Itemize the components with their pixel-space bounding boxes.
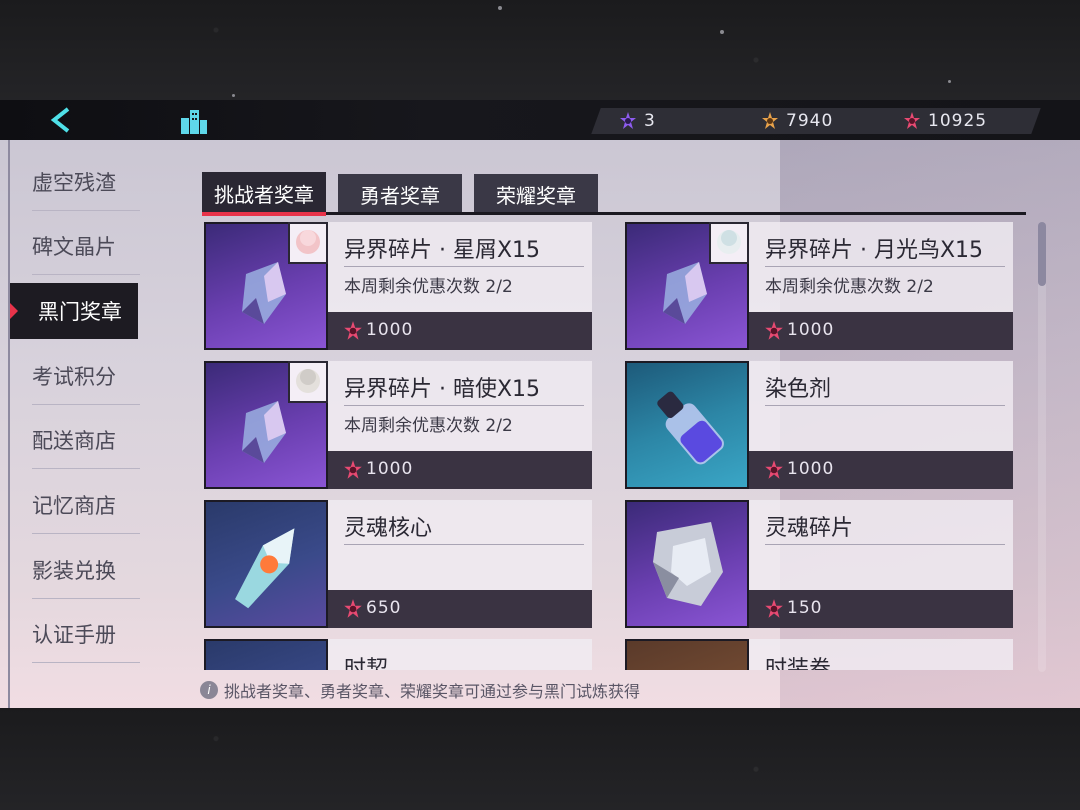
item-thumbnail bbox=[625, 361, 749, 489]
red-medal-icon bbox=[344, 460, 362, 479]
sidebar-item-black-gate-medal[interactable]: 黑门奖章 bbox=[10, 283, 138, 339]
currency-red[interactable]: 10925 bbox=[902, 108, 987, 134]
divider bbox=[765, 266, 1005, 267]
item-price: 1000 bbox=[366, 320, 414, 340]
item-info: 灵魂核心 650 bbox=[328, 500, 592, 628]
shop-item[interactable]: 异界碎片 · 星屑X15 本周剩余优惠次数 2/2 1000 bbox=[204, 222, 592, 350]
item-price: 1000 bbox=[366, 459, 414, 479]
currency-value: 10925 bbox=[928, 111, 988, 131]
tab-label: 挑战者奖章 bbox=[214, 182, 314, 207]
item-name: 染色剂 bbox=[765, 377, 832, 402]
sidebar-item-label: 认证手册 bbox=[32, 623, 116, 647]
shop-item[interactable]: 时装卷 bbox=[625, 639, 1013, 670]
scrollbar-track[interactable] bbox=[1038, 222, 1046, 672]
sidebar-item-exam-points[interactable]: 考试积分 bbox=[32, 348, 140, 405]
shop-item[interactable]: 异界碎片 · 暗使X15 本周剩余优惠次数 2/2 1000 bbox=[204, 361, 592, 489]
character-portrait-icon bbox=[288, 222, 328, 264]
active-tab-indicator bbox=[202, 212, 326, 216]
divider bbox=[765, 405, 1005, 406]
scrollbar-thumb[interactable] bbox=[1038, 222, 1046, 286]
item-desc: 本周剩余优惠次数 2/2 bbox=[344, 416, 513, 436]
red-medal-icon bbox=[344, 599, 362, 618]
letterbox-bottom bbox=[0, 708, 1080, 810]
tab-label: 荣耀奖章 bbox=[496, 183, 576, 208]
item-info: 灵魂碎片 150 bbox=[749, 500, 1013, 628]
item-thumbnail bbox=[625, 500, 749, 628]
sidebar-item-shadow-exchange[interactable]: 影装兑换 bbox=[32, 542, 140, 599]
item-price: 1000 bbox=[787, 320, 835, 340]
red-medal-icon bbox=[765, 460, 783, 479]
sidebar-item-label: 记忆商店 bbox=[32, 494, 116, 518]
item-price: 650 bbox=[366, 598, 402, 618]
purple-gem-icon bbox=[620, 112, 636, 129]
sidebar-item-memory-shop[interactable]: 记忆商店 bbox=[32, 477, 140, 534]
item-desc: 本周剩余优惠次数 2/2 bbox=[765, 277, 934, 297]
item-info: 异界碎片 · 星屑X15 本周剩余优惠次数 2/2 1000 bbox=[328, 222, 592, 350]
item-info: 异界碎片 · 月光鸟X15 本周剩余优惠次数 2/2 1000 bbox=[749, 222, 1013, 350]
item-info: 异界碎片 · 暗使X15 本周剩余优惠次数 2/2 1000 bbox=[328, 361, 592, 489]
red-medal-icon bbox=[765, 321, 783, 340]
divider bbox=[765, 544, 1005, 545]
currency-value: 7940 bbox=[786, 111, 834, 131]
soul-core-crystal-icon bbox=[235, 528, 295, 609]
sidebar-item-label: 黑门奖章 bbox=[38, 300, 122, 324]
tab-glory-medal[interactable]: 荣耀奖章 bbox=[474, 174, 598, 214]
sidebar-item-label: 配送商店 bbox=[32, 429, 116, 453]
currency-purple[interactable]: 3 bbox=[618, 108, 656, 134]
item-name: 时契 bbox=[344, 657, 389, 670]
item-thumbnail bbox=[204, 639, 328, 670]
sidebar-item-inscription-chip[interactable]: 碑文晶片 bbox=[32, 218, 140, 275]
character-portrait-icon bbox=[288, 361, 328, 403]
item-info: 时契 bbox=[328, 639, 592, 670]
item-thumbnail bbox=[625, 639, 749, 670]
sidebar-item-void-residue[interactable]: 虚空残渣 bbox=[32, 154, 140, 211]
item-desc: 本周剩余优惠次数 2/2 bbox=[344, 277, 513, 297]
tab-challenger-medal[interactable]: 挑战者奖章 bbox=[202, 172, 326, 214]
item-info: 染色剂 1000 bbox=[749, 361, 1013, 489]
sidebar-item-label: 虚空残渣 bbox=[32, 171, 116, 195]
gold-medal-icon bbox=[762, 112, 778, 129]
divider bbox=[344, 544, 584, 545]
sidebar-item-label: 碑文晶片 bbox=[32, 235, 116, 259]
red-medal-icon bbox=[904, 112, 920, 129]
currency-gold[interactable]: 7940 bbox=[760, 108, 833, 134]
red-medal-icon bbox=[765, 599, 783, 618]
sidebar-item-delivery-shop[interactable]: 配送商店 bbox=[32, 412, 140, 469]
letterbox-top bbox=[0, 0, 1080, 100]
item-price: 1000 bbox=[787, 459, 835, 479]
red-medal-icon bbox=[344, 321, 362, 340]
sidebar-item-certification-manual[interactable]: 认证手册 bbox=[32, 606, 140, 663]
item-name: 灵魂碎片 bbox=[765, 516, 854, 541]
divider bbox=[344, 405, 584, 406]
currency-value: 3 bbox=[644, 111, 656, 131]
info-icon: i bbox=[200, 681, 218, 699]
info-notice: i 挑战者奖章、勇者奖章、荣耀奖章可通过参与黑门试炼获得 bbox=[200, 678, 640, 702]
item-name: 异界碎片 · 星屑X15 bbox=[344, 238, 541, 263]
item-price: 150 bbox=[787, 598, 823, 618]
sidebar: 虚空残渣 碑文晶片 黑门奖章 考试积分 配送商店 记忆商店 影装兑换 认证手册 bbox=[8, 140, 150, 708]
city-home-icon[interactable] bbox=[178, 104, 210, 136]
shop-item[interactable]: 异界碎片 · 月光鸟X15 本周剩余优惠次数 2/2 1000 bbox=[625, 222, 1013, 350]
character-portrait-icon bbox=[709, 222, 749, 264]
item-name: 灵魂核心 bbox=[344, 516, 433, 541]
notice-text: 挑战者奖章、勇者奖章、荣耀奖章可通过参与黑门试炼获得 bbox=[224, 682, 641, 701]
tab-brave-medal[interactable]: 勇者奖章 bbox=[338, 174, 462, 214]
shop-item[interactable]: 染色剂 1000 bbox=[625, 361, 1013, 489]
soul-fragment-icon bbox=[653, 522, 723, 606]
item-thumbnail bbox=[204, 500, 328, 628]
item-name: 时装卷 bbox=[765, 657, 832, 670]
item-name: 异界碎片 · 暗使X15 bbox=[344, 377, 541, 402]
tab-label: 勇者奖章 bbox=[360, 183, 440, 208]
divider bbox=[344, 266, 584, 267]
shop-item[interactable]: 时契 bbox=[204, 639, 592, 670]
sidebar-item-label: 影装兑换 bbox=[32, 559, 116, 583]
item-name: 异界碎片 · 月光鸟X15 bbox=[765, 238, 984, 263]
dye-bottle-icon bbox=[657, 391, 724, 465]
back-arrow-icon[interactable] bbox=[46, 106, 76, 134]
sidebar-item-label: 考试积分 bbox=[32, 365, 116, 389]
shop-item[interactable]: 灵魂核心 650 bbox=[204, 500, 592, 628]
shop-item[interactable]: 灵魂碎片 150 bbox=[625, 500, 1013, 628]
item-info: 时装卷 bbox=[749, 639, 1013, 670]
